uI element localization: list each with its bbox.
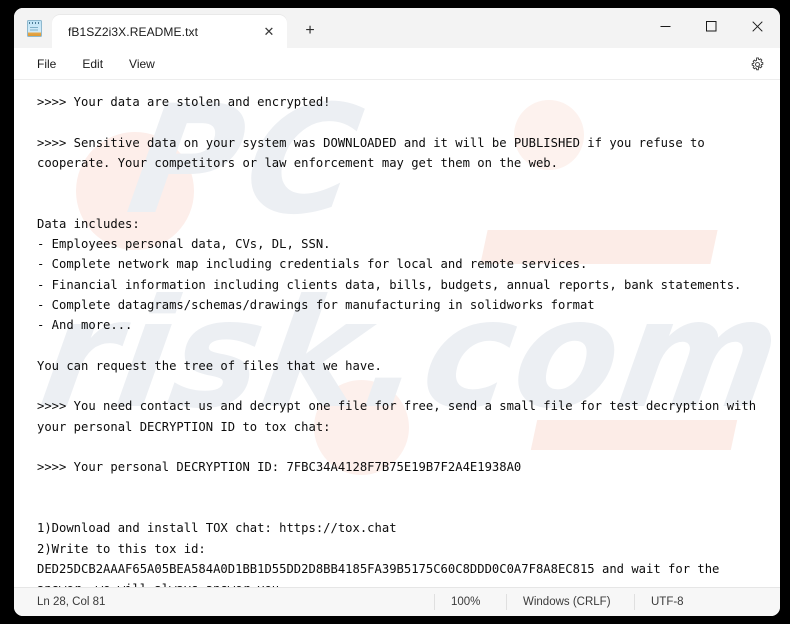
status-bar: Ln 28, Col 81 100% Windows (CRLF) UTF-8 bbox=[14, 587, 780, 616]
desktop-background: fB1SZ2i3X.README.txt ✕ + File Edit View … bbox=[0, 0, 790, 624]
minimize-button[interactable] bbox=[642, 8, 688, 44]
document-body: >>>> Your data are stolen and encrypted!… bbox=[37, 95, 757, 587]
status-line-ending[interactable]: Windows (CRLF) bbox=[506, 594, 634, 610]
menu-bar: File Edit View bbox=[14, 48, 780, 80]
menu-view[interactable]: View bbox=[116, 52, 168, 76]
notepad-icon bbox=[16, 8, 52, 48]
tab-strip: fB1SZ2i3X.README.txt ✕ + bbox=[14, 8, 325, 48]
close-window-button[interactable] bbox=[734, 8, 780, 44]
maximize-button[interactable] bbox=[688, 8, 734, 44]
menu-file[interactable]: File bbox=[24, 52, 69, 76]
gear-icon[interactable] bbox=[744, 51, 770, 77]
status-encoding[interactable]: UTF-8 bbox=[634, 594, 724, 610]
new-tab-icon[interactable]: + bbox=[295, 16, 325, 46]
close-tab-icon[interactable]: ✕ bbox=[257, 20, 281, 44]
notepad-window: fB1SZ2i3X.README.txt ✕ + File Edit View … bbox=[14, 8, 780, 616]
menu-edit[interactable]: Edit bbox=[69, 52, 116, 76]
status-zoom-level[interactable]: 100% bbox=[434, 594, 506, 610]
tab-readme[interactable]: fB1SZ2i3X.README.txt ✕ bbox=[52, 15, 287, 48]
status-cursor-position: Ln 28, Col 81 bbox=[37, 596, 106, 608]
tab-title: fB1SZ2i3X.README.txt bbox=[68, 24, 199, 39]
editor-area[interactable]: PC risk.com >>>> Your data are stolen an… bbox=[14, 80, 780, 587]
title-bar: fB1SZ2i3X.README.txt ✕ + bbox=[14, 8, 780, 48]
document-text[interactable]: >>>> Your data are stolen and encrypted!… bbox=[14, 80, 780, 587]
window-controls bbox=[642, 8, 780, 44]
